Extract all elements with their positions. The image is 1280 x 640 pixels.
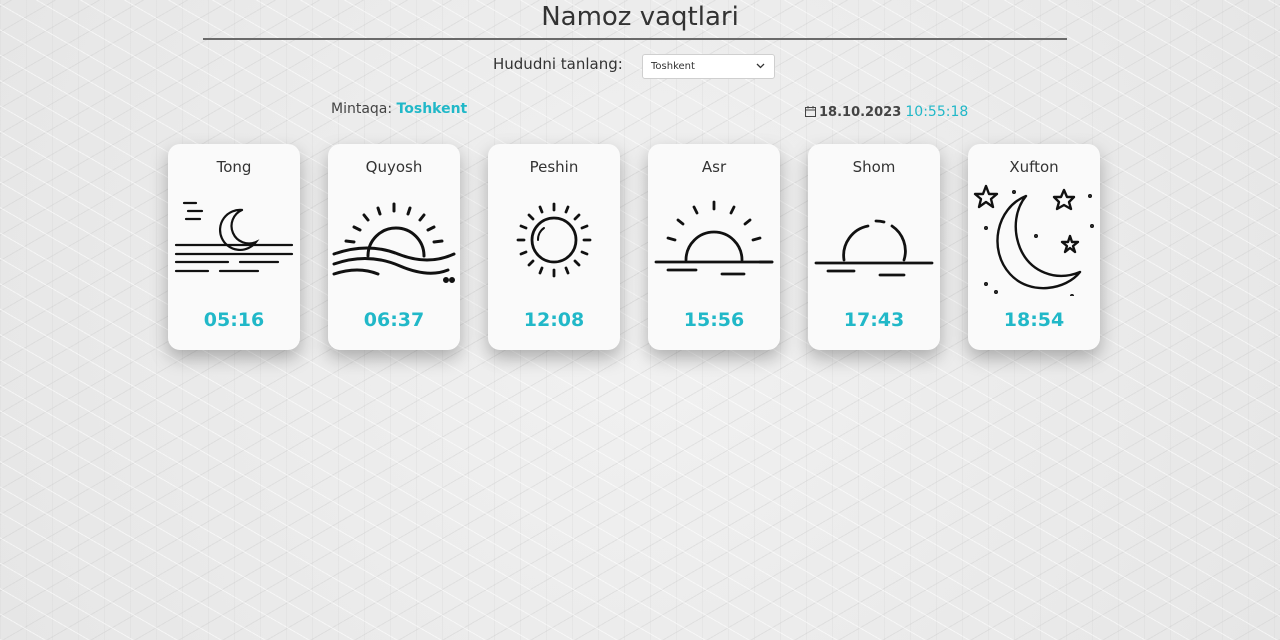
calendar-icon: [805, 106, 816, 117]
region-select-value: Toshkent: [651, 61, 695, 72]
current-region: Mintaqa: Toshkent: [331, 99, 467, 119]
current-time: 10:55:18: [905, 104, 969, 120]
prayer-card-quyosh: Quyosh 06:37: [328, 144, 460, 350]
region-select[interactable]: Toshkent: [642, 54, 775, 79]
chevron-down-icon: [756, 63, 765, 69]
prayer-name: Asr: [701, 158, 727, 176]
title-divider: [203, 38, 1067, 40]
prayer-name: Tong: [216, 158, 252, 176]
prayer-time: 06:37: [363, 309, 425, 331]
dusk-icon: [808, 184, 940, 296]
prayer-name: Shom: [852, 158, 896, 176]
prayer-card-tong: Tong 05:16: [168, 144, 300, 350]
sunrise-icon: [328, 184, 460, 296]
prayer-time: 18:54: [1003, 309, 1065, 331]
current-region-value: Toshkent: [396, 101, 468, 117]
current-date: 18.10.2023: [819, 105, 902, 120]
sunset-icon: [648, 184, 780, 296]
page-title: Namoz vaqtlari: [541, 2, 739, 32]
prayer-time: 05:16: [203, 309, 265, 331]
prayer-card-peshin: Peshin 12:08: [488, 144, 620, 350]
prayer-name: Peshin: [529, 158, 579, 176]
region-select-label: Hududni tanlang:: [493, 55, 623, 73]
prayer-card-asr: Asr 15:56: [648, 144, 780, 350]
prayer-name: Quyosh: [365, 158, 423, 176]
prayer-name: Xufton: [1009, 158, 1059, 176]
prayer-card-shom: Shom 17:43: [808, 144, 940, 350]
prayer-time: 17:43: [843, 309, 905, 331]
prayer-time: 15:56: [683, 309, 745, 331]
current-region-label: Mintaqa:: [331, 101, 393, 117]
prayer-time: 12:08: [523, 309, 585, 331]
crescent-moon-stars-icon: [968, 184, 1100, 296]
sun-icon: [488, 184, 620, 296]
moonrise-icon: [168, 184, 300, 296]
prayer-card-xufton: Xufton 18:54: [968, 144, 1100, 350]
current-datetime: 18.10.2023 10:55:18: [805, 102, 968, 123]
